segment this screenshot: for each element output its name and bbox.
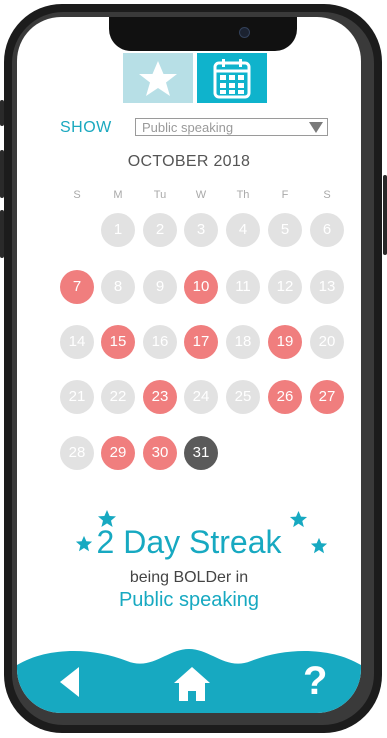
- chevron-down-icon: [309, 122, 323, 133]
- help-button[interactable]: ?: [303, 659, 327, 704]
- calendar-day-18[interactable]: 18: [226, 325, 260, 359]
- weekday-label: S: [323, 189, 331, 201]
- calendar-day-27[interactable]: 27: [310, 380, 344, 414]
- calendar-day-16[interactable]: 16: [143, 325, 177, 359]
- weekday-label: Th: [236, 189, 250, 201]
- calendar-day-12[interactable]: 12: [268, 270, 302, 304]
- calendar-day-6[interactable]: 6: [310, 213, 344, 247]
- calendar-day-28[interactable]: 28: [60, 436, 94, 470]
- weekday-label: Tu: [153, 189, 167, 201]
- back-arrow-icon[interactable]: [57, 665, 83, 699]
- app-screen: SHOW Public speaking OCTOBER 2018 S M Tu W T…: [17, 17, 361, 713]
- calendar-day-14[interactable]: 14: [60, 325, 94, 359]
- weekday-label: M: [113, 189, 123, 201]
- skill-select[interactable]: Public speaking: [135, 118, 328, 136]
- power-button: [383, 175, 387, 255]
- calendar-icon: [213, 59, 251, 99]
- volume-down-button: [0, 210, 4, 258]
- calendar-day-7[interactable]: 7: [60, 270, 94, 304]
- skill-select-value: Public speaking: [142, 120, 234, 135]
- calendar-day-24[interactable]: 24: [184, 380, 218, 414]
- calendar-day-15[interactable]: 15: [101, 325, 135, 359]
- calendar-day-11[interactable]: 11: [226, 270, 260, 304]
- phone-notch: [109, 17, 297, 51]
- volume-up-button: [0, 150, 4, 198]
- mute-switch: [0, 100, 4, 126]
- calendar-day-20[interactable]: 20: [310, 325, 344, 359]
- streak-skill: Public speaking: [118, 589, 260, 611]
- weekday-label: F: [281, 189, 289, 201]
- streak-title: 2 Day Streak: [96, 524, 282, 560]
- calendar-day-13[interactable]: 13: [310, 270, 344, 304]
- calendar-day-8[interactable]: 8: [101, 270, 135, 304]
- front-camera: [239, 27, 250, 38]
- tab-achievements[interactable]: [123, 53, 193, 103]
- calendar-day-31[interactable]: 31: [184, 436, 218, 470]
- calendar-day-9[interactable]: 9: [143, 270, 177, 304]
- calendar-day-3[interactable]: 3: [184, 213, 218, 247]
- calendar-day-1[interactable]: 1: [101, 213, 135, 247]
- calendar-day-29[interactable]: 29: [101, 436, 135, 470]
- calendar-day-2[interactable]: 2: [143, 213, 177, 247]
- home-icon[interactable]: [173, 665, 211, 703]
- calendar-month-title: OCTOBER 2018: [127, 153, 251, 170]
- show-label: SHOW: [60, 119, 112, 136]
- calendar-day-19[interactable]: 19: [268, 325, 302, 359]
- weekday-label: W: [195, 189, 207, 201]
- calendar-day-22[interactable]: 22: [101, 380, 135, 414]
- star-icon: [139, 61, 177, 96]
- calendar-day-23[interactable]: 23: [143, 380, 177, 414]
- calendar-day-25[interactable]: 25: [226, 380, 260, 414]
- calendar-day-5[interactable]: 5: [268, 213, 302, 247]
- calendar-day-30[interactable]: 30: [143, 436, 177, 470]
- streak-subtitle: being BOLDer in: [129, 569, 249, 586]
- calendar-day-17[interactable]: 17: [184, 325, 218, 359]
- calendar-day-26[interactable]: 26: [268, 380, 302, 414]
- calendar-day-21[interactable]: 21: [60, 380, 94, 414]
- calendar-day-10[interactable]: 10: [184, 270, 218, 304]
- calendar-day-4[interactable]: 4: [226, 213, 260, 247]
- weekday-label: S: [73, 189, 81, 201]
- tab-calendar[interactable]: [197, 53, 267, 103]
